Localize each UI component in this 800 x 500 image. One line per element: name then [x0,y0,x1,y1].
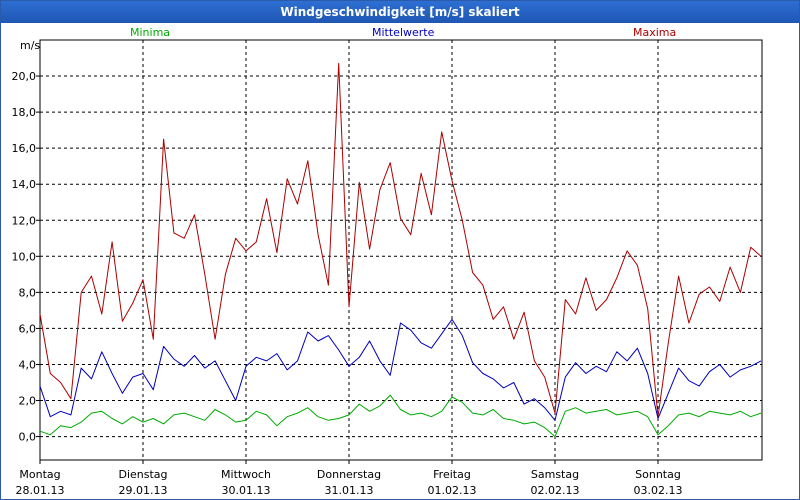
y-tick-label: 6,0 [19,322,37,335]
x-tick-day-label: Sonntag [635,468,681,481]
y-tick-label: 12,0 [12,214,37,227]
x-tick-day-label: Montag [19,468,60,481]
y-tick-label: 10,0 [12,250,37,263]
y-tick-label: 20,0 [12,70,37,83]
y-tick-label: 0,0 [19,431,37,444]
legend-mittelwerte: Mittelwerte [372,26,435,39]
x-tick-date-label: 02.02.13 [531,484,580,497]
legend-maxima: Maxima [633,26,676,39]
x-tick-date-label: 03.02.13 [634,484,683,497]
y-tick-label: 18,0 [12,106,37,119]
legend-minima: Minima [130,26,170,39]
y-tick-label: 14,0 [12,178,37,191]
y-tick-label: 4,0 [19,358,37,371]
y-axis-ticks: 0,0 2,0 4,0 6,0 8,0 10,0 12,0 14,0 16,0 18,0 20,0 [12,70,40,444]
x-tick-day-label: Freitag [433,468,471,481]
y-tick-label: 16,0 [12,142,37,155]
chart-canvas: Minima Mittelwerte Maxima m/s 0,0 2,0 4,0 6… [12,26,763,497]
x-tick-date-label: 29.01.13 [119,484,168,497]
x-tick-day-label: Samstag [531,468,579,481]
y-tick-label: 2,0 [19,395,37,408]
x-tick-day-label: Mittwoch [221,468,271,481]
y-tick-label: 8,0 [19,286,37,299]
y-axis-unit-label: m/s [20,39,40,52]
x-tick-date-label: 31.01.13 [325,484,374,497]
plot-area [39,39,763,461]
x-tick-date-label: 28.01.13 [16,484,65,497]
x-tick-day-label: Donnerstag [317,468,381,481]
x-tick-date-label: 30.01.13 [222,484,271,497]
x-tick-day-label: Dienstag [118,468,167,481]
x-tick-date-label: 01.02.13 [428,484,477,497]
x-axis-ticks: Montag 28.01.13 Dienstag 29.01.13 Mittwoch 30… [16,460,683,497]
